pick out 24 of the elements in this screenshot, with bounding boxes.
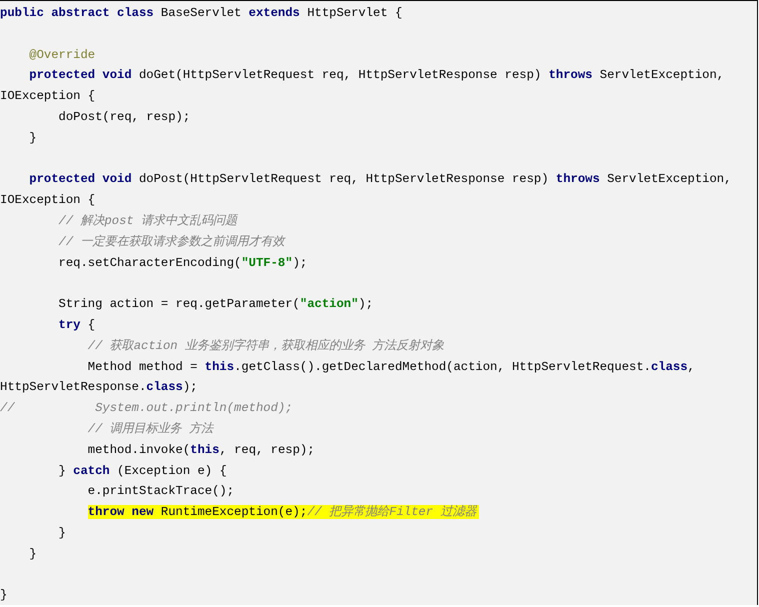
- code-line: protected void doGet(HttpServletRequest req, HttpServletResponse resp) throws ServletException,: [28, 67, 726, 84]
- code-line: }: [28, 130, 38, 147]
- code-line: IOException {: [0, 192, 96, 210]
- code-line: } catch (Exception e) {: [58, 462, 228, 480]
- code-line: }: [58, 524, 67, 542]
- code-line: // 调用目标业务 方法: [86, 420, 215, 438]
- code-line: public abstract class BaseServlet extends HttpServlet {: [0, 5, 404, 22]
- code-line: @Override: [28, 46, 96, 64]
- code-line: e.printStackTrace();: [86, 483, 236, 500]
- code-line: method.invoke(this, req, resp);: [86, 442, 316, 459]
- code-line: // 一定要在获取请求参数之前调用才有效: [58, 234, 286, 251]
- code-line: // 获取action 业务鉴别字符串，获取相应的业务 方法反射对象: [86, 338, 446, 355]
- code-line: req.setCharacterEncoding("UTF-8");: [58, 254, 308, 272]
- code-line: }: [28, 546, 38, 563]
- code-line: // 解决post 请求中文乱码问题: [58, 212, 239, 230]
- code-line: IOException {: [0, 88, 96, 106]
- code-line: // System.out.println(method);: [0, 400, 294, 418]
- code-line: }: [0, 587, 8, 604]
- code-line: try {: [58, 316, 96, 334]
- code-line: HttpServletResponse.class);: [0, 379, 198, 396]
- code-line: doPost(req, resp);: [58, 108, 192, 126]
- code-line: String action = req.getParameter("action");: [58, 296, 374, 314]
- code-line: protected void doPost(HttpServletRequest req, HttpServletResponse resp) throws ServletException,: [28, 171, 732, 188]
- code-line: Method method = this.getClass().getDeclaredMethod(action, HttpServletRequest.class,: [86, 358, 696, 376]
